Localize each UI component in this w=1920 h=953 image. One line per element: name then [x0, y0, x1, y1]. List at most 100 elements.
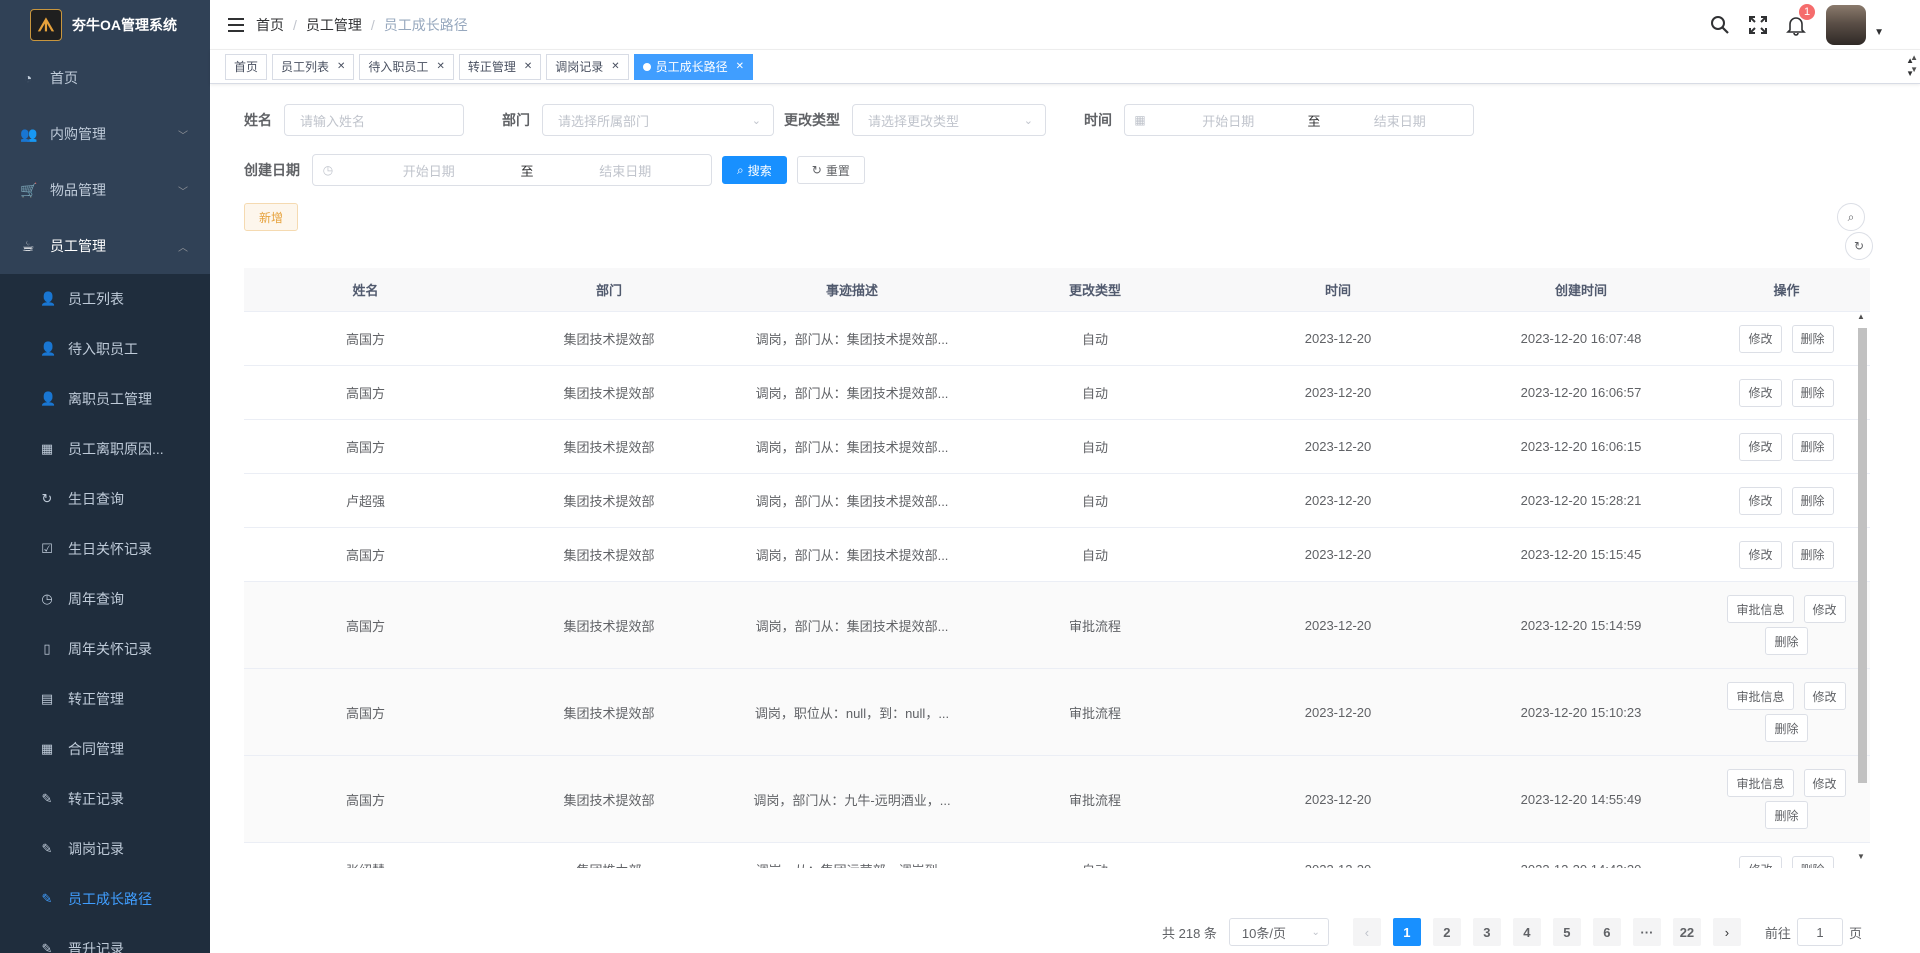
sidebar-item-3[interactable]: ☕ 员工管理 ︿ — [0, 218, 210, 274]
add-button[interactable]: 新增 — [244, 203, 299, 231]
clock-icon: ◷ — [41, 591, 53, 606]
staff-submenu: 👤 员工列表 👤 待入职员工 👤 离职员工管理 ▦ 员工离职原因... ↻ 生日查询 ☑ 生日关怀记录… — [0, 274, 210, 953]
prev-page-button[interactable]: ‹ — [1352, 918, 1381, 946]
more-pages-button[interactable]: ··· — [1632, 918, 1661, 946]
chevron-up-icon: ︿ — [178, 242, 188, 254]
sidebar-subitem-13[interactable]: ✎ 晋升记录 — [0, 924, 210, 953]
page-button[interactable]: 3 — [1472, 918, 1501, 946]
edit-button[interactable]: 修改 — [1739, 378, 1782, 407]
table-scrollbar[interactable]: ▲ ▼ — [1856, 312, 1868, 861]
close-icon[interactable]: ✕ — [337, 61, 345, 72]
tab-0[interactable]: 首页 — [225, 53, 268, 80]
sidebar-subitem-11[interactable]: ✎ 调岗记录 — [0, 824, 210, 874]
audit-info-button[interactable]: 审批信息 — [1727, 769, 1794, 797]
close-icon[interactable]: ✕ — [736, 61, 744, 72]
sidebar-subitem-4[interactable]: ↻ 生日查询 — [0, 474, 210, 524]
search-button[interactable]: ⌕ 搜索 — [722, 156, 787, 184]
cell-created: 2023-12-20 15:28:21 — [1520, 493, 1642, 508]
delete-button[interactable]: 删除 — [1765, 627, 1808, 655]
next-page-button[interactable]: › — [1712, 918, 1741, 946]
sidebar-subitem-10[interactable]: ✎ 转正记录 — [0, 774, 210, 824]
created-range-picker[interactable]: ◷ 开始日期 至 结束日期 — [312, 154, 712, 186]
close-icon[interactable]: ✕ — [611, 61, 619, 72]
delete-button[interactable]: 删除 — [1791, 540, 1834, 569]
delete-button[interactable]: 删除 — [1765, 801, 1808, 829]
delete-button[interactable]: 删除 — [1791, 324, 1834, 353]
goto-page-input[interactable]: 1 — [1796, 918, 1843, 946]
sidebar-subitem-1[interactable]: 👤 待入职员工 — [0, 324, 210, 374]
audit-info-button[interactable]: 审批信息 — [1727, 682, 1794, 710]
edit-button[interactable]: 修改 — [1803, 595, 1846, 623]
caret-down-icon[interactable]: ▼ — [1874, 27, 1884, 38]
tab-5[interactable]: 员工成长路径 ✕ — [633, 53, 754, 80]
edit-button[interactable]: 修改 — [1739, 855, 1782, 868]
sidebar-subitem-8[interactable]: ▤ 转正管理 — [0, 674, 210, 724]
tab-3[interactable]: 转正管理 ✕ — [458, 53, 542, 80]
page-size-select[interactable]: 10条/页 ⌄ — [1228, 918, 1329, 946]
audit-info-button[interactable]: 审批信息 — [1727, 595, 1794, 623]
time-label: 时间 — [1084, 112, 1112, 128]
sidebar-subitem-5[interactable]: ☑ 生日关怀记录 — [0, 524, 210, 574]
sidebar-subitem-9[interactable]: ▦ 合同管理 — [0, 724, 210, 774]
sidebar-item-label: 员工管理 — [50, 238, 106, 254]
refresh-icon[interactable]: ↻ — [1845, 232, 1873, 260]
cell-actions: 审批信息 修改删除 — [1703, 680, 1870, 744]
tab-1[interactable]: 员工列表 ✕ — [272, 53, 355, 80]
dept-select[interactable]: 请选择所属部门 ⌄ — [542, 104, 774, 136]
page-button[interactable]: 6 — [1592, 918, 1621, 946]
filter-row-2: 创建日期 ◷ 开始日期 至 结束日期 ⌕ 搜索 ↻ 重置 — [244, 152, 865, 188]
sidebar-subitem-6[interactable]: ◷ 周年查询 — [0, 574, 210, 624]
sidebar-subitem-3[interactable]: ▦ 员工离职原因... — [0, 424, 210, 474]
close-icon[interactable]: ✕ — [524, 61, 532, 72]
page-button[interactable]: 4 — [1512, 918, 1541, 946]
sidebar-item-1[interactable]: 👥 内购管理 ﹀ — [0, 106, 210, 162]
cell-time: 2023-12-20 — [1304, 331, 1372, 346]
scrollbar-thumb[interactable] — [1858, 328, 1867, 783]
app-logo[interactable]: ᗑ 夯牛OA管理系统 — [0, 0, 210, 50]
fullscreen-icon[interactable] — [1746, 13, 1770, 37]
close-icon[interactable]: ✕ — [436, 61, 444, 72]
dept-label: 部门 — [502, 112, 530, 128]
delete-button[interactable]: 删除 — [1791, 486, 1834, 515]
tab-4[interactable]: 调岗记录 ✕ — [546, 53, 629, 80]
bell-icon[interactable]: 1 — [1784, 4, 1816, 37]
hamburger-icon[interactable] — [228, 17, 244, 32]
scroll-up-icon[interactable]: ▲ — [1857, 312, 1865, 321]
cell-time: 2023-12-20 — [1304, 493, 1372, 508]
delete-button[interactable]: 删除 — [1791, 378, 1834, 407]
sidebar-item-2[interactable]: 🛒 物品管理 ﹀ — [0, 162, 210, 218]
tab-label: 员工列表 — [281, 60, 330, 74]
sidebar-subitem-7[interactable]: ▯ 周年关怀记录 — [0, 624, 210, 674]
sidebar-subitem-label: 转正管理 — [68, 691, 124, 707]
page-button[interactable]: 2 — [1432, 918, 1461, 946]
edit-button[interactable]: 修改 — [1739, 432, 1782, 461]
delete-button[interactable]: 删除 — [1765, 714, 1808, 742]
edit-button[interactable]: 修改 — [1739, 486, 1782, 515]
toggle-search-icon[interactable]: ⌕ — [1837, 203, 1865, 231]
scroll-down-icon[interactable]: ▼ — [1857, 852, 1865, 861]
page-button[interactable]: 1 — [1392, 918, 1421, 946]
page-scroll-arrows[interactable]: ▲ ▼ — [1910, 52, 1918, 76]
edit-button[interactable]: 修改 — [1739, 324, 1782, 353]
page-button[interactable]: 5 — [1552, 918, 1581, 946]
sidebar-item-0[interactable]: ◔ 首页 — [0, 50, 210, 106]
search-icon[interactable] — [1708, 13, 1732, 37]
breadcrumb-staff[interactable]: 员工管理 — [306, 15, 362, 35]
sidebar-subitem-12[interactable]: ✎ 员工成长路径 — [0, 874, 210, 924]
edit-button[interactable]: 修改 — [1739, 540, 1782, 569]
cell-dept: 集团技术提效部 — [563, 494, 655, 509]
delete-button[interactable]: 删除 — [1791, 855, 1834, 868]
tab-2[interactable]: 待入职员工 ✕ — [359, 53, 454, 80]
breadcrumb-home[interactable]: 首页 — [256, 15, 284, 35]
reset-button[interactable]: ↻ 重置 — [796, 156, 865, 184]
avatar[interactable] — [1826, 5, 1867, 45]
sidebar-subitem-2[interactable]: 👤 离职员工管理 — [0, 374, 210, 424]
page-button[interactable]: 22 — [1672, 918, 1701, 946]
edit-button[interactable]: 修改 — [1803, 769, 1846, 797]
type-select[interactable]: 请选择更改类型 ⌄ — [852, 104, 1046, 136]
sidebar-subitem-0[interactable]: 👤 员工列表 — [0, 274, 210, 324]
time-range-picker[interactable]: ▦ 开始日期 至 结束日期 — [1124, 104, 1474, 136]
edit-button[interactable]: 修改 — [1803, 682, 1846, 710]
name-input[interactable]: 请输入姓名 — [284, 104, 464, 136]
delete-button[interactable]: 删除 — [1791, 432, 1834, 461]
